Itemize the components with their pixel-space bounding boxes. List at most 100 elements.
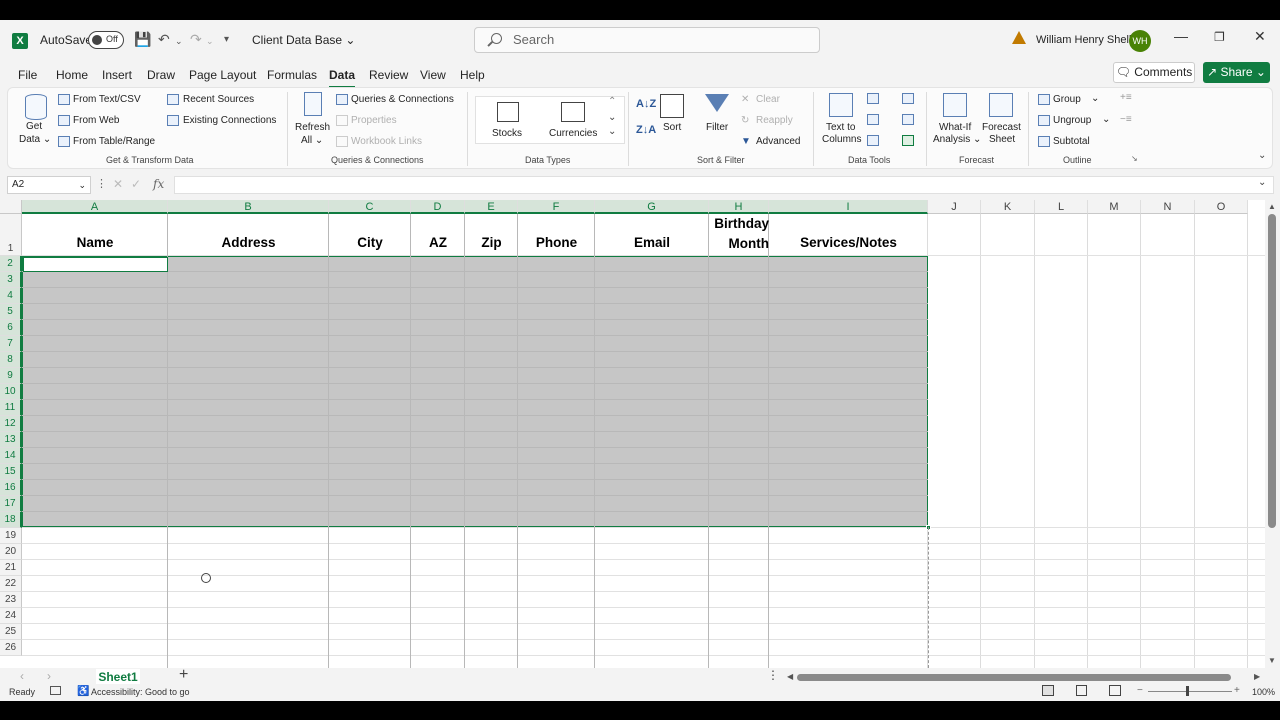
row-header-4[interactable]: 4	[0, 288, 22, 304]
row-header-14[interactable]: 14	[0, 448, 22, 464]
show-detail-icon[interactable]: +≡	[1120, 92, 1132, 103]
comments-button[interactable]: 🗨 Comments	[1113, 62, 1195, 83]
zoom-slider[interactable]	[1148, 691, 1232, 692]
save-icon[interactable]: 💾	[134, 31, 151, 48]
worksheet-grid[interactable]: A B C D E F G H I J K L M N O 1 2 3 4 5 6 7 8 9 10 11 12 13 14 15 16 17…	[0, 200, 1265, 668]
currencies-icon[interactable]	[561, 102, 585, 122]
stocks-icon[interactable]	[497, 102, 519, 122]
row-header-10[interactable]: 10	[0, 384, 22, 400]
relationships-icon[interactable]	[902, 114, 914, 125]
scroll-up-icon[interactable]: ▲	[1268, 202, 1276, 211]
forecast-sheet-icon[interactable]	[989, 93, 1013, 117]
row-header-13[interactable]: 13	[0, 432, 22, 448]
tab-page-layout[interactable]: Page Layout	[189, 68, 256, 82]
tab-splitter-icon[interactable]: ⋮	[767, 668, 779, 682]
consolidate-icon[interactable]	[902, 93, 914, 104]
undo-icon[interactable]: ↶	[158, 31, 170, 48]
row-header-11[interactable]: 11	[0, 400, 22, 416]
column-header-b[interactable]: B	[168, 200, 329, 214]
sort-a-z-icon[interactable]: A↓Z	[636, 98, 656, 110]
get-data-icon[interactable]	[25, 94, 47, 120]
avatar[interactable]: WH	[1129, 30, 1151, 52]
header-zip[interactable]: Zip	[465, 214, 518, 255]
document-name[interactable]: Client Data Base ⌄	[252, 33, 355, 47]
row-header-8[interactable]: 8	[0, 352, 22, 368]
outline-dialog-launcher-icon[interactable]: ↘	[1131, 154, 1138, 163]
existing-connections-button[interactable]: Existing Connections	[183, 115, 276, 126]
row-header-2[interactable]: 2	[0, 256, 22, 272]
gallery-down-icon[interactable]: ⌄	[608, 112, 616, 123]
refresh-icon[interactable]	[304, 92, 322, 116]
select-all-corner[interactable]	[0, 200, 22, 214]
row-header-25[interactable]: 25	[0, 624, 22, 640]
horizontal-scroll-thumb[interactable]	[797, 674, 1231, 681]
row-header-12[interactable]: 12	[0, 416, 22, 432]
data-validation-icon[interactable]	[867, 135, 879, 146]
header-email[interactable]: Email	[595, 214, 709, 255]
tab-data[interactable]: Data	[329, 68, 356, 88]
formula-bar-options-icon[interactable]: ⋮	[96, 177, 107, 190]
column-header-f[interactable]: F	[518, 200, 595, 214]
share-button[interactable]: ↗ Share ⌄	[1203, 62, 1270, 83]
redo-dropdown-icon[interactable]: ⌄	[206, 36, 214, 47]
page-layout-view-icon[interactable]	[1076, 685, 1087, 696]
customize-toolbar-icon[interactable]: ▾	[224, 34, 229, 45]
tab-draw[interactable]: Draw	[147, 68, 175, 82]
workbook-links-button[interactable]: Workbook Links	[351, 136, 422, 147]
row-header-1[interactable]: 1	[0, 214, 22, 256]
data-model-icon[interactable]	[902, 135, 914, 146]
active-cell-a2[interactable]	[23, 257, 168, 272]
zoom-slider-thumb[interactable]	[1186, 686, 1189, 696]
accessibility-status[interactable]: Accessibility: Good to go	[91, 687, 190, 697]
collapse-ribbon-icon[interactable]: ⌄	[1258, 150, 1266, 161]
sort-icon[interactable]	[660, 94, 684, 118]
column-header-c[interactable]: C	[329, 200, 411, 214]
row-header-20[interactable]: 20	[0, 544, 22, 560]
column-header-n[interactable]: N	[1141, 200, 1195, 214]
currencies-button[interactable]: Currencies	[549, 128, 597, 139]
tab-help[interactable]: Help	[460, 68, 485, 82]
row-header-5[interactable]: 5	[0, 304, 22, 320]
reapply-button[interactable]: Reapply	[756, 115, 793, 126]
column-header-i[interactable]: I	[769, 200, 928, 214]
ungroup-dropdown-icon[interactable]: ⌄	[1102, 114, 1110, 125]
row-header-6[interactable]: 6	[0, 320, 22, 336]
name-box[interactable]: A2 ⌄	[7, 176, 91, 194]
sort-button[interactable]: Sort	[663, 122, 681, 133]
column-header-e[interactable]: E	[465, 200, 518, 214]
tab-review[interactable]: Review	[369, 68, 408, 82]
from-text-csv-button[interactable]: From Text/CSV	[73, 94, 141, 105]
column-header-k[interactable]: K	[981, 200, 1035, 214]
scroll-down-icon[interactable]: ▼	[1268, 656, 1276, 665]
horizontal-scrollbar[interactable]: ◀ ▶	[787, 672, 1265, 684]
queries-connections-button[interactable]: Queries & Connections	[351, 94, 454, 105]
text-to-columns-icon[interactable]	[829, 93, 853, 117]
search-box[interactable]: Search	[474, 27, 820, 53]
prev-sheet-icon[interactable]: ‹	[20, 669, 24, 683]
accessibility-icon[interactable]: ♿	[77, 686, 89, 697]
minimize-icon[interactable]: —	[1174, 28, 1188, 44]
advanced-button[interactable]: Advanced	[756, 136, 800, 147]
zoom-level[interactable]: 100%	[1252, 687, 1275, 697]
column-header-m[interactable]: M	[1088, 200, 1141, 214]
group-dropdown-icon[interactable]: ⌄	[1091, 93, 1099, 104]
filter-button[interactable]: Filter	[706, 122, 728, 133]
what-if-analysis-button[interactable]: Analysis ⌄	[933, 134, 981, 145]
tab-insert[interactable]: Insert	[102, 68, 132, 82]
column-header-o[interactable]: O	[1195, 200, 1248, 214]
get-data-button[interactable]: Data ⌄	[19, 134, 51, 145]
expand-formula-bar-icon[interactable]: ⌄	[1258, 177, 1266, 188]
refresh-all-button[interactable]: All ⌄	[301, 135, 323, 146]
hide-detail-icon[interactable]: −≡	[1120, 114, 1132, 125]
normal-view-icon[interactable]	[1042, 685, 1054, 696]
row-header-24[interactable]: 24	[0, 608, 22, 624]
tab-home[interactable]: Home	[56, 68, 88, 82]
properties-button[interactable]: Properties	[351, 115, 397, 126]
tab-file[interactable]: File	[18, 68, 37, 82]
row-header-21[interactable]: 21	[0, 560, 22, 576]
header-az[interactable]: AZ	[411, 214, 465, 255]
text-to-columns-line1[interactable]: Text to	[826, 122, 855, 133]
row-header-22[interactable]: 22	[0, 576, 22, 592]
page-break-view-icon[interactable]	[1109, 685, 1121, 696]
flash-fill-icon[interactable]	[867, 93, 879, 104]
